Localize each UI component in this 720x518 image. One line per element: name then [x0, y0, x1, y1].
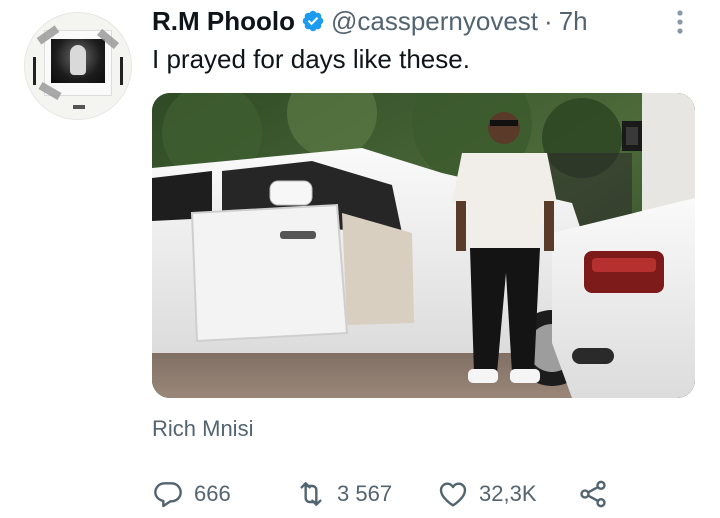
- avatar-caption-mark: [73, 105, 85, 109]
- avatar-figure: [70, 45, 86, 75]
- frame-rule: [120, 57, 123, 85]
- share-icon: [577, 478, 609, 510]
- frame-rule: [33, 57, 36, 85]
- avatar[interactable]: [24, 12, 132, 120]
- tweet-action-bar: 666 3 567 32,3K: [152, 474, 712, 514]
- like-button[interactable]: 32,3K: [437, 474, 537, 514]
- photo-tag-credit[interactable]: Rich Mnisi: [152, 416, 253, 442]
- tweet-media-photo[interactable]: [152, 93, 695, 398]
- retweet-icon: [295, 478, 327, 510]
- avatar-polaroid: [45, 31, 111, 95]
- reply-icon: [152, 478, 184, 510]
- more-vertical-icon[interactable]: [672, 8, 688, 36]
- share-button[interactable]: [577, 474, 609, 514]
- retweet-button[interactable]: 3 567: [295, 474, 392, 514]
- reply-button[interactable]: 666: [152, 474, 231, 514]
- separator-dot: ·: [544, 5, 553, 36]
- verified-badge-icon: [301, 9, 325, 33]
- tweet-text: I prayed for days like these.: [152, 44, 470, 74]
- avatar-photo: [51, 39, 105, 83]
- retweet-count: 3 567: [337, 481, 393, 506]
- tweet-header: R.M Phoolo @casspernyovest · 7h: [152, 4, 588, 38]
- heart-icon: [437, 478, 469, 510]
- timestamp[interactable]: 7h: [559, 6, 588, 37]
- reply-count: 666: [194, 481, 231, 506]
- user-handle[interactable]: @casspernyovest: [331, 6, 538, 37]
- like-count: 32,3K: [479, 481, 537, 506]
- tweet[interactable]: R.M Phoolo @casspernyovest · 7h I prayed…: [0, 0, 720, 518]
- display-name[interactable]: R.M Phoolo: [152, 6, 295, 37]
